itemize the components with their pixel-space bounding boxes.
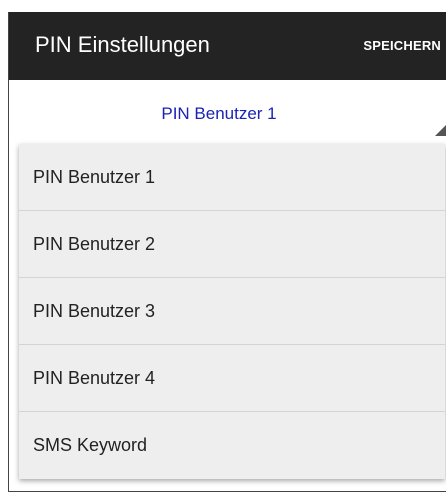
dropdown-arrow-icon bbox=[435, 124, 446, 136]
dropdown-item-pin-user-2[interactable]: PIN Benutzer 2 bbox=[19, 211, 445, 278]
toolbar: PIN Einstellungen SPEICHERN bbox=[9, 12, 446, 80]
save-button[interactable]: SPEICHERN bbox=[363, 38, 441, 53]
dropdown-item-pin-user-4[interactable]: PIN Benutzer 4 bbox=[19, 345, 445, 412]
dropdown-item-pin-user-3[interactable]: PIN Benutzer 3 bbox=[19, 278, 445, 345]
dropdown-menu: PIN Benutzer 1 PIN Benutzer 2 PIN Benutz… bbox=[19, 144, 445, 479]
app-window: PIN Einstellungen SPEICHERN PIN Benutzer… bbox=[8, 12, 446, 492]
spinner-selected-value: PIN Benutzer 1 bbox=[161, 104, 277, 123]
pin-user-spinner[interactable]: PIN Benutzer 1 bbox=[9, 80, 446, 142]
dropdown-item-sms-keyword[interactable]: SMS Keyword bbox=[19, 412, 445, 479]
page-title: PIN Einstellungen bbox=[35, 32, 210, 57]
dropdown-item-pin-user-1[interactable]: PIN Benutzer 1 bbox=[19, 144, 445, 211]
